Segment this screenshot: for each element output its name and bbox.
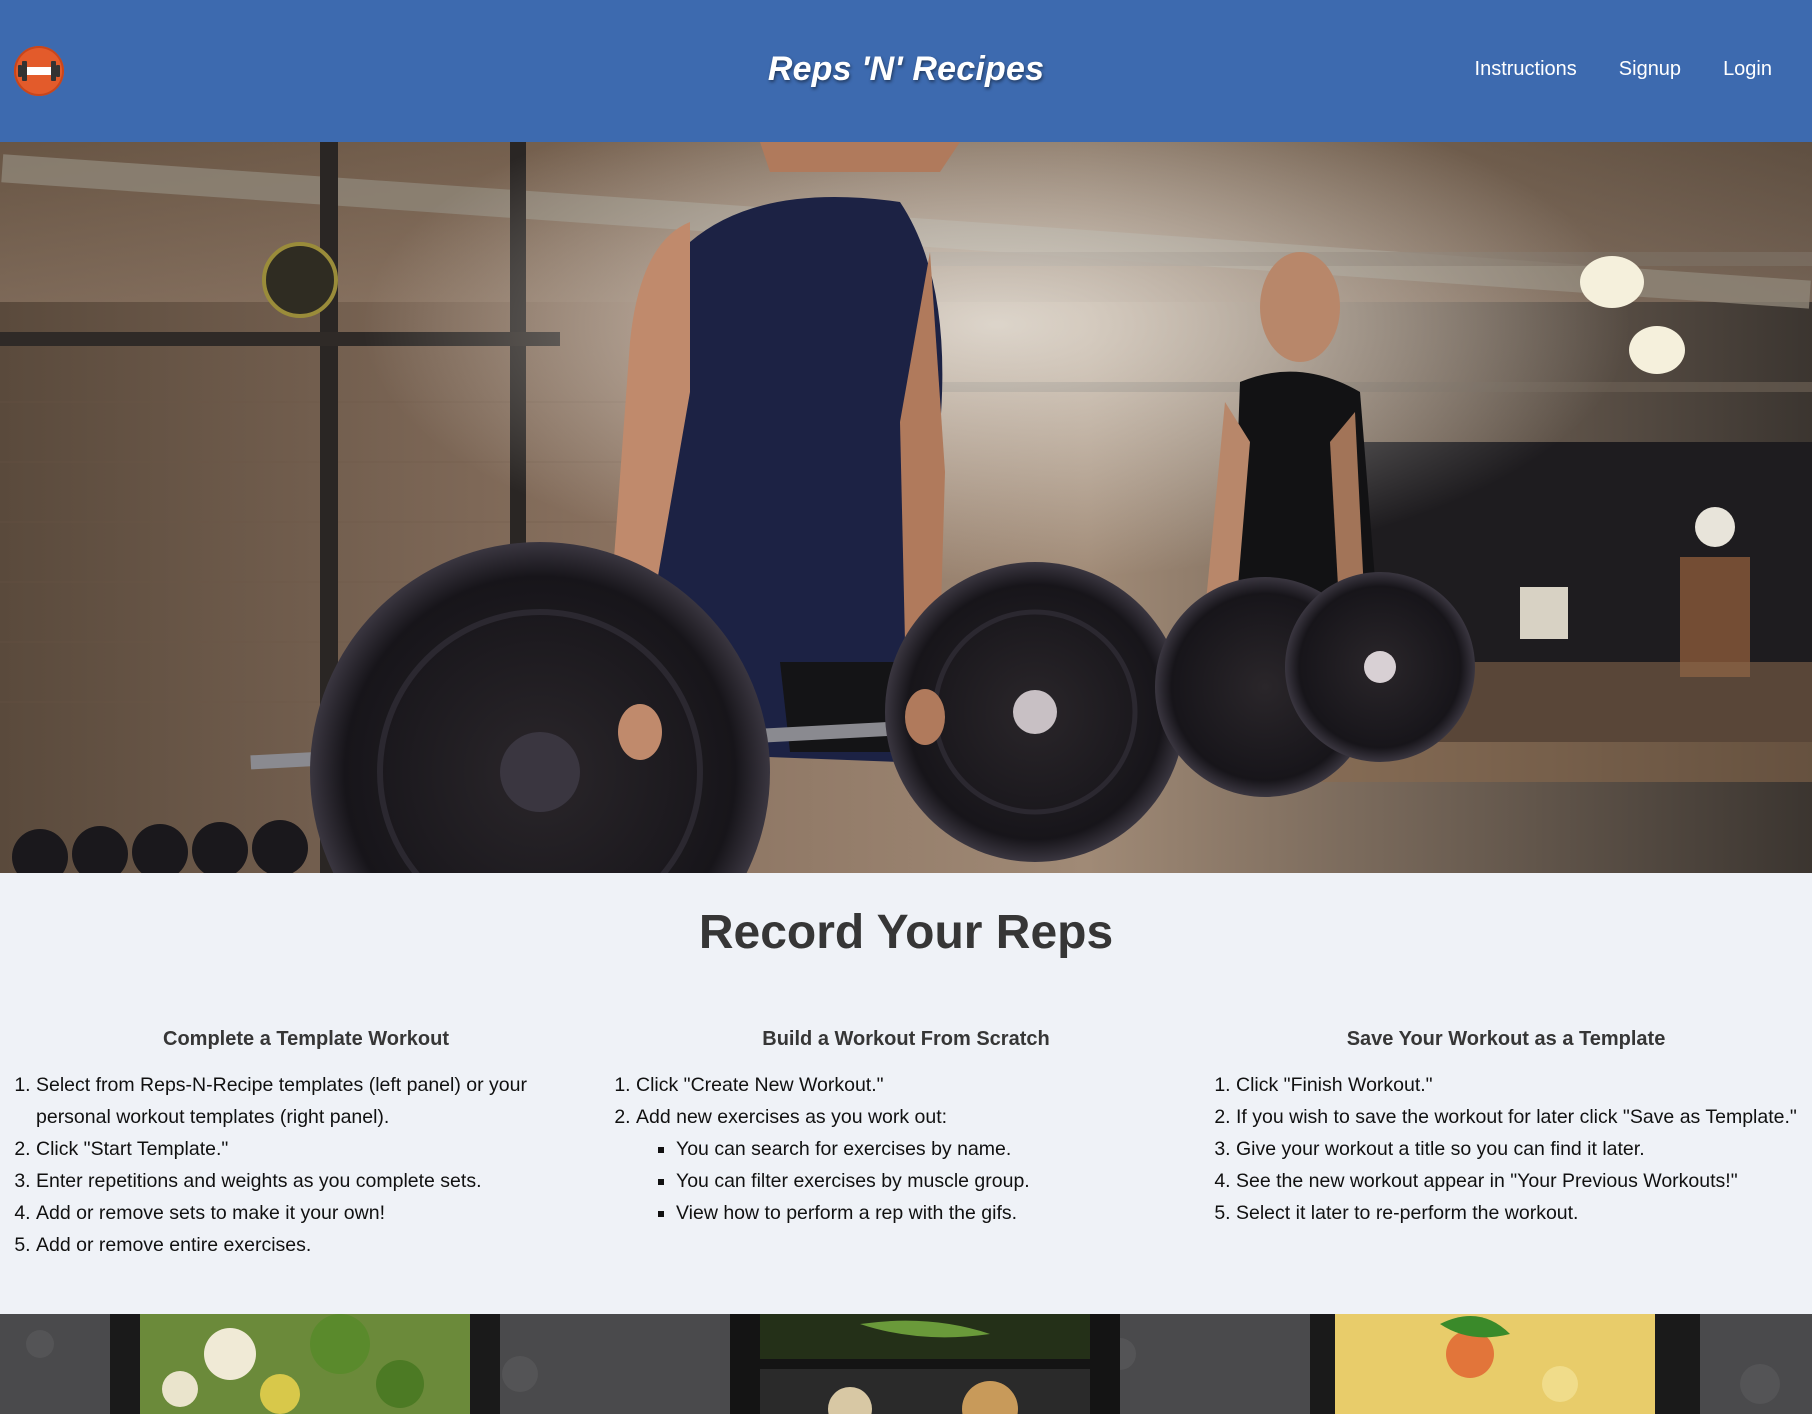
sub-list-item: You can filter exercises by muscle group… (676, 1165, 1206, 1197)
template-workout-column: Complete a Template Workout Select from … (6, 1028, 606, 1261)
nav-link-signup[interactable]: Signup (1619, 58, 1681, 81)
nav-links: Instructions Signup Login (1475, 58, 1772, 81)
column-title: Complete a Template Workout (163, 1028, 449, 1050)
column-title: Save Your Workout as a Template (1346, 1028, 1666, 1050)
list-item: If you wish to save the workout for late… (1236, 1101, 1806, 1133)
save-template-column: Save Your Workout as a Template Click "F… (1206, 1028, 1806, 1229)
substeps-list: You can search for exercises by name. Yo… (636, 1133, 1206, 1229)
navbar: Reps 'N' Recipes Instructions Signup Log… (0, 0, 1812, 142)
food-image-banner (0, 1314, 1812, 1414)
hero-gym-image (0, 142, 1812, 873)
list-item: Select from Reps-N-Recipe templates (lef… (36, 1069, 606, 1133)
list-item-text: Add new exercises as you work out: (636, 1106, 948, 1128)
list-item: Enter repetitions and weights as you com… (36, 1165, 606, 1197)
list-item: Add or remove sets to make it your own! (36, 1197, 606, 1229)
steps-list: Click "Finish Workout." If you wish to s… (1206, 1069, 1806, 1229)
list-item: Add or remove entire exercises. (36, 1229, 606, 1261)
section-title: Record Your Reps (698, 906, 1114, 959)
column-title: Build a Workout From Scratch (762, 1028, 1050, 1050)
steps-list: Select from Reps-N-Recipe templates (lef… (6, 1069, 606, 1261)
sub-list-item: View how to perform a rep with the gifs. (676, 1197, 1206, 1229)
steps-list: Click "Create New Workout." Add new exer… (606, 1069, 1206, 1229)
list-item: Click "Finish Workout." (1236, 1069, 1806, 1101)
nav-link-instructions[interactable]: Instructions (1475, 58, 1577, 81)
nav-link-login[interactable]: Login (1723, 58, 1772, 81)
list-item: Add new exercises as you work out: You c… (636, 1101, 1206, 1229)
instructions-section: Record Your Reps Complete a Template Wor… (0, 873, 1812, 1314)
scratch-workout-column: Build a Workout From Scratch Click "Crea… (606, 1028, 1206, 1229)
list-item: See the new workout appear in "Your Prev… (1236, 1165, 1806, 1197)
list-item: Click "Create New Workout." (636, 1069, 1206, 1101)
sub-list-item: You can search for exercises by name. (676, 1133, 1206, 1165)
list-item: Select it later to re-perform the workou… (1236, 1197, 1806, 1229)
list-item: Click "Start Template." (36, 1133, 606, 1165)
list-item: Give your workout a title so you can fin… (1236, 1133, 1806, 1165)
